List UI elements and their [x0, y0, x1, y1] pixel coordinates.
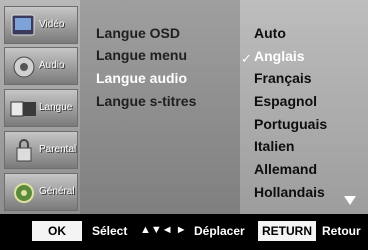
help-bar: OK Sélect ▲▼◄ ► Déplacer RETURN Retour	[0, 214, 368, 250]
sidebar-item-audio[interactable]: Audio	[4, 47, 78, 85]
sidebar-item-label: Vidéo	[39, 19, 65, 30]
language-options-list: ✓ Auto Anglais Français Espagnol Portugu…	[240, 0, 368, 214]
parental-icon	[16, 139, 32, 162]
sidebar-item-language[interactable]: Langue	[4, 89, 78, 127]
general-icon	[14, 183, 34, 203]
return-label: Retour	[322, 224, 361, 238]
dvd-setup-screen: Vidéo Audio Langue Parental Général Lang…	[0, 0, 368, 250]
list-item[interactable]: Français	[254, 70, 312, 86]
sidebar-item-general[interactable]: Général	[4, 173, 78, 211]
sidebar-item-video[interactable]: Vidéo	[4, 6, 78, 44]
menu-item-osd-language[interactable]: Langue OSD	[96, 25, 180, 41]
list-item[interactable]: Hollandais	[254, 184, 325, 200]
sidebar-item-label: Audio	[39, 60, 65, 71]
sidebar-item-label: Parental	[39, 144, 77, 155]
navigation-arrows-icon: ▲▼◄ ►	[140, 224, 187, 236]
list-item[interactable]: Espagnol	[254, 93, 317, 109]
list-item[interactable]: Portuguais	[254, 116, 327, 132]
audio-icon	[13, 56, 35, 78]
menu-item-subtitle-language[interactable]: Langue s-titres	[96, 93, 196, 109]
sidebar: Vidéo Audio Langue Parental Général	[0, 0, 80, 214]
menu-item-menu-language[interactable]: Langue menu	[96, 47, 187, 63]
move-label: Déplacer	[194, 224, 245, 238]
check-mark-icon: ✓	[241, 51, 252, 66]
list-item[interactable]: Allemand	[254, 161, 317, 177]
scroll-down-arrow-icon[interactable]	[344, 196, 356, 205]
video-icon	[11, 14, 35, 36]
sidebar-item-label: Général	[39, 186, 75, 197]
list-item[interactable]: Italien	[254, 138, 294, 154]
select-label: Sélect	[92, 224, 128, 238]
ok-key: OK	[32, 221, 82, 241]
sidebar-item-parental[interactable]: Parental	[4, 131, 78, 169]
menu-item-audio-language[interactable]: Langue audio	[96, 70, 187, 86]
return-key: RETURN	[258, 221, 316, 241]
list-item[interactable]: Auto	[254, 25, 286, 41]
language-menu: Langue OSD Langue menu Langue audio Lang…	[80, 0, 240, 214]
sidebar-item-label: Langue	[39, 102, 73, 113]
language-icon	[10, 101, 36, 117]
list-item[interactable]: Anglais	[254, 48, 305, 64]
